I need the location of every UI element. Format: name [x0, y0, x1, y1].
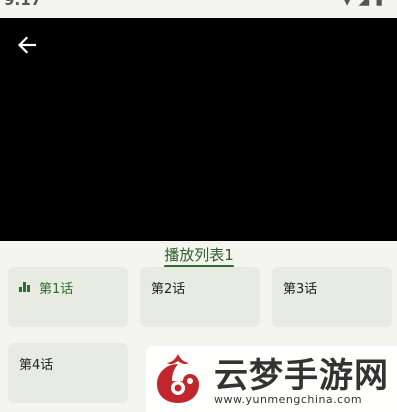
episode-label: 第4话 [19, 358, 54, 373]
tab-label: 播放列表1 [164, 246, 234, 264]
status-icons: ▼◢▮ [342, 0, 389, 8]
yunmeng-logo-icon [157, 354, 199, 403]
watermark: 云梦手游网 www.yunmengchina.com [146, 346, 397, 412]
episode-label: 第3话 [283, 282, 318, 297]
playlist-tab-bar: 播放列表1 [0, 241, 397, 269]
battery-icon: ▮ [375, 0, 389, 8]
video-player[interactable] [0, 18, 397, 241]
arrow-left-icon [17, 36, 37, 54]
back-button[interactable] [12, 32, 42, 58]
episode-item-2[interactable]: 第2话 [140, 267, 260, 327]
watermark-title: 云梦手游网 [214, 356, 389, 396]
signal-icon: ◢ [358, 0, 376, 8]
wifi-icon: ▼ [341, 0, 359, 8]
episode-item-4[interactable]: 第4话 [8, 343, 128, 403]
episode-label: 第2话 [151, 282, 186, 297]
status-time: 9:17 [4, 0, 42, 9]
tab-playlist-1[interactable]: 播放列表1 [150, 241, 248, 269]
episode-item-3[interactable]: 第3话 [272, 267, 392, 327]
episode-item-1[interactable]: 第1话 [8, 267, 128, 327]
watermark-url: www.yunmengchina.com [214, 393, 363, 406]
episode-label: 第1话 [39, 282, 74, 297]
now-playing-icon [19, 281, 31, 292]
status-bar: 9:17 ▼◢▮ [0, 0, 397, 18]
